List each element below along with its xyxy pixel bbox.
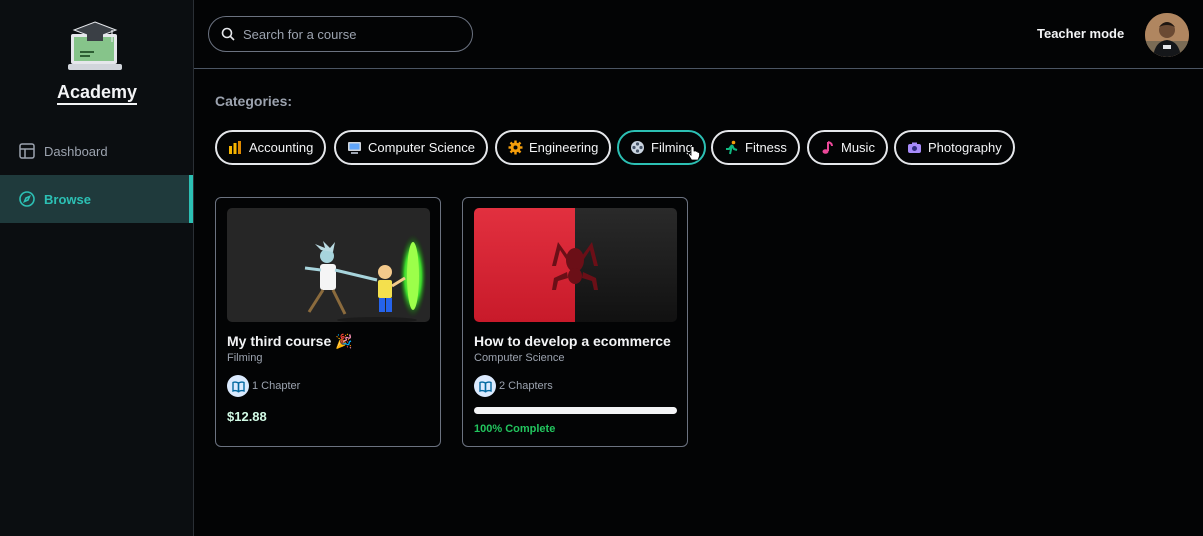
category-chip-music[interactable]: Music [807,130,888,165]
layout-icon [19,143,35,159]
course-progress-label: 100% Complete [474,423,556,435]
bar-chart-emoji-icon [229,141,241,154]
course-price: $12.88 [227,409,267,424]
film-reel-emoji-icon [631,141,644,154]
chapter-count-label: 2 Chapters [499,380,553,392]
chapter-count: 2 Chapters [474,375,553,397]
sidebar-item-dashboard[interactable]: Dashboard [0,127,193,175]
chapter-count-label: 1 Chapter [252,380,301,392]
book-icon [474,375,496,397]
brand-name: Academy [0,82,194,105]
course-card[interactable]: My third course 🎉 Filming 1 Chapter $12.… [215,197,441,447]
category-chip-photography[interactable]: Photography [894,130,1015,165]
gear-emoji-icon [508,140,523,155]
course-thumbnail-image [474,208,677,322]
sidebar-item-label: Dashboard [44,143,108,159]
chapter-count: 1 Chapter [227,375,300,397]
music-note-emoji-icon [822,141,833,154]
course-progress-bar [474,407,677,414]
course-card[interactable]: How to develop a ecommerce Computer Scie… [462,197,688,447]
search-icon [221,27,235,41]
category-chip-label: Computer Science [368,140,475,155]
category-chip-engineering[interactable]: Engineering [495,130,612,165]
runner-emoji-icon [726,140,738,155]
teacher-mode-button[interactable]: Teacher mode [1037,26,1124,41]
top-bar: Teacher mode [194,0,1203,69]
category-chip-label: Engineering [529,140,599,155]
course-thumbnail-image [227,208,430,322]
hand-pointer-cursor-icon [687,146,700,161]
user-avatar-image [1145,13,1189,57]
course-category: Filming [227,352,263,364]
course-thumbnail [227,208,430,322]
category-chip-label: Music [841,140,875,155]
search-input[interactable] [243,26,463,42]
avatar[interactable] [1145,13,1189,57]
sidebar: Academy Dashboard Browse [0,0,194,536]
search-box[interactable] [208,16,473,52]
category-chip-fitness[interactable]: Fitness [711,130,800,165]
camera-emoji-icon [908,142,921,153]
course-title: How to develop a ecommerce [474,333,671,349]
category-chip-accounting[interactable]: Accounting [215,130,327,165]
course-thumbnail [474,208,677,322]
category-chip-computer-science[interactable]: Computer Science [334,130,488,165]
book-icon [227,375,249,397]
category-chip-label: Fitness [745,140,787,155]
sidebar-item-label: Browse [44,191,91,207]
course-category: Computer Science [474,352,565,364]
course-title: My third course 🎉 [227,333,353,349]
categories-title: Categories: [215,93,293,109]
graduation-laptop-icon [68,21,122,70]
course-progress-fill [474,407,677,414]
compass-icon [19,191,35,207]
sidebar-item-browse[interactable]: Browse [0,175,193,223]
category-chip-label: Photography [928,140,1002,155]
computer-emoji-icon [348,142,361,154]
category-chip-label: Accounting [249,140,314,155]
